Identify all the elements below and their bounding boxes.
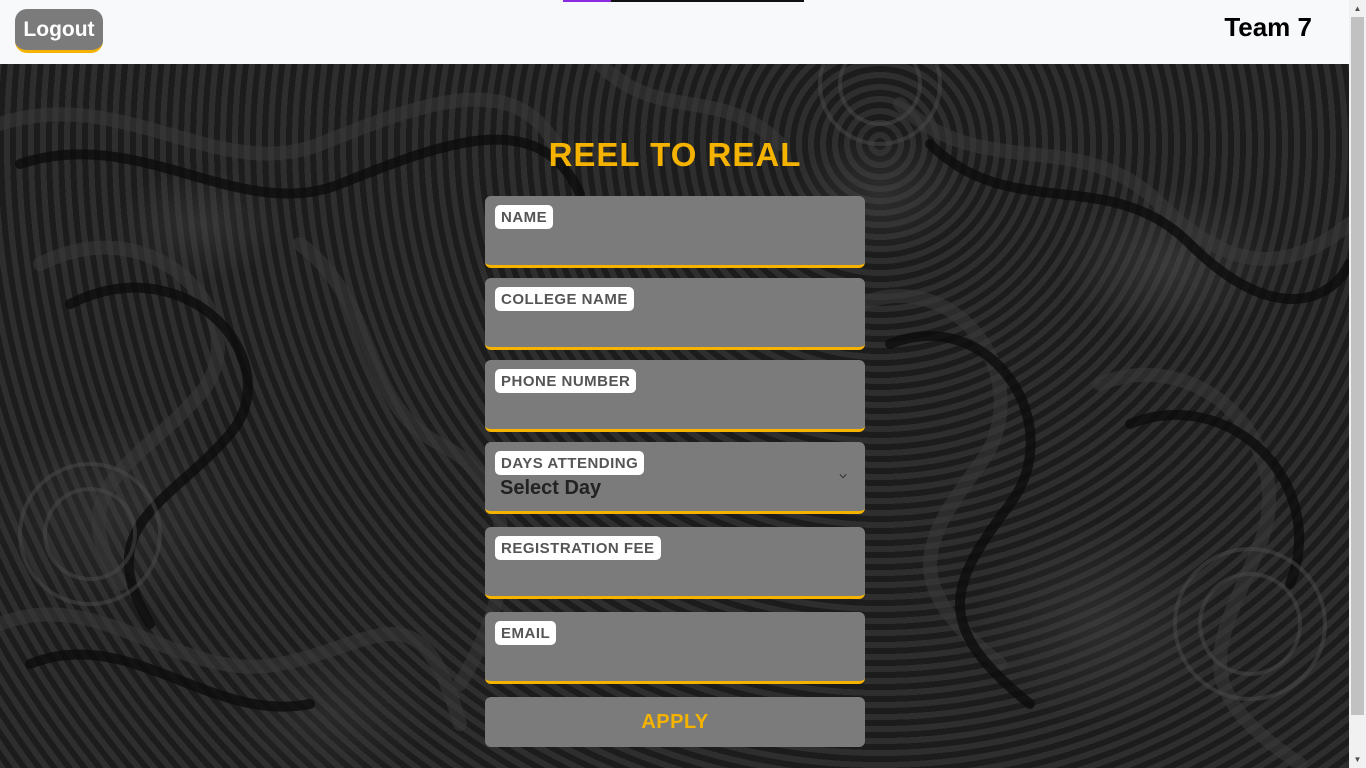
days-attending-select[interactable]: DAYS ATTENDING Select Day: [485, 442, 865, 514]
email-input[interactable]: [495, 650, 855, 678]
college-name-input[interactable]: [495, 316, 855, 344]
phone-number-label: PHONE NUMBER: [495, 369, 637, 393]
phone-number-input[interactable]: [495, 398, 855, 426]
form-title: REEL TO REAL: [548, 136, 802, 173]
scroll-up-arrow-icon[interactable]: ▲: [1349, 0, 1366, 17]
vertical-scrollbar[interactable]: ▲ ▼: [1349, 0, 1366, 768]
email-label: EMAIL: [495, 621, 557, 645]
scrollbar-thumb[interactable]: [1351, 17, 1364, 715]
header-divider-accent: [563, 0, 611, 2]
college-name-field[interactable]: COLLEGE NAME: [485, 278, 865, 350]
name-label: NAME: [495, 205, 554, 229]
scroll-down-arrow-icon[interactable]: ▼: [1349, 751, 1366, 768]
name-field[interactable]: NAME: [485, 196, 865, 268]
chevron-down-icon[interactable]: [839, 472, 847, 480]
registration-fee-field[interactable]: REGISTRATION FEE: [485, 527, 865, 599]
apply-button[interactable]: APPLY: [485, 697, 865, 747]
name-input[interactable]: [495, 234, 855, 262]
logout-button[interactable]: Logout: [15, 9, 103, 53]
days-attending-value[interactable]: Select Day: [500, 477, 601, 500]
top-header: Logout Team 7: [0, 0, 1349, 64]
college-name-label: COLLEGE NAME: [495, 287, 634, 311]
registration-fee-input[interactable]: [495, 565, 855, 593]
email-field[interactable]: EMAIL: [485, 612, 865, 684]
phone-number-field[interactable]: PHONE NUMBER: [485, 360, 865, 432]
registration-fee-label: REGISTRATION FEE: [495, 536, 661, 560]
days-attending-label: DAYS ATTENDING: [495, 451, 645, 475]
team-name: Team 7: [1224, 12, 1312, 42]
